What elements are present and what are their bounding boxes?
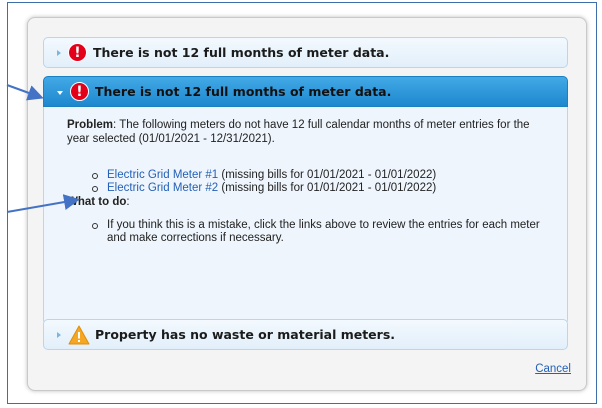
alert-panel-2-header[interactable]: ! There is not 12 full months of meter d… bbox=[43, 76, 568, 107]
cancel-link[interactable]: Cancel bbox=[535, 363, 571, 375]
warning-icon bbox=[68, 325, 90, 344]
expand-arrow-icon bbox=[57, 331, 61, 338]
meter-note: (missing bills for 01/01/2021 - 01/01/20… bbox=[218, 182, 437, 194]
meter-list: Electric Grid Meter #1 (missing bills fo… bbox=[92, 169, 555, 195]
expand-arrow-icon bbox=[57, 49, 61, 56]
problem-label: Problem bbox=[67, 119, 114, 131]
what-to-do-colon: : bbox=[126, 196, 130, 208]
problem-description: : The following meters do not have 12 fu… bbox=[67, 119, 530, 145]
warning-panel-header[interactable]: Property has no waste or material meters… bbox=[43, 319, 568, 350]
what-to-do-label: What to do bbox=[67, 196, 127, 208]
list-item: Electric Grid Meter #2 (missing bills fo… bbox=[92, 182, 555, 195]
alert-panel-2-body: Problem: The following meters do not hav… bbox=[43, 107, 568, 325]
alert-icon: ! bbox=[68, 43, 87, 62]
list-item: If you think this is a mistake, click th… bbox=[92, 219, 555, 245]
panel-title: There is not 12 full months of meter dat… bbox=[95, 84, 392, 99]
what-to-do-list: If you think this is a mistake, click th… bbox=[92, 219, 555, 245]
panel-title: There is not 12 full months of meter dat… bbox=[93, 45, 390, 60]
alert-panel-1: ! There is not 12 full months of meter d… bbox=[43, 37, 568, 68]
what-to-do-heading: What to do: bbox=[67, 195, 555, 209]
meter-link-1[interactable]: Electric Grid Meter #1 bbox=[107, 169, 218, 181]
list-item: Electric Grid Meter #1 (missing bills fo… bbox=[92, 169, 555, 182]
alert-panel-2: ! There is not 12 full months of meter d… bbox=[43, 76, 568, 325]
collapse-arrow-icon bbox=[57, 90, 63, 95]
data-quality-dialog: ! There is not 12 full months of meter d… bbox=[27, 17, 587, 391]
panel-title: Property has no waste or material meters… bbox=[95, 327, 396, 342]
problem-text: Problem: The following meters do not hav… bbox=[67, 118, 555, 146]
warning-panel: Property has no waste or material meters… bbox=[43, 319, 568, 350]
alert-icon: ! bbox=[70, 82, 89, 101]
meter-link-2[interactable]: Electric Grid Meter #2 bbox=[107, 182, 218, 194]
alert-panel-1-header[interactable]: ! There is not 12 full months of meter d… bbox=[43, 37, 568, 68]
meter-note: (missing bills for 01/01/2021 - 01/01/20… bbox=[218, 169, 437, 181]
